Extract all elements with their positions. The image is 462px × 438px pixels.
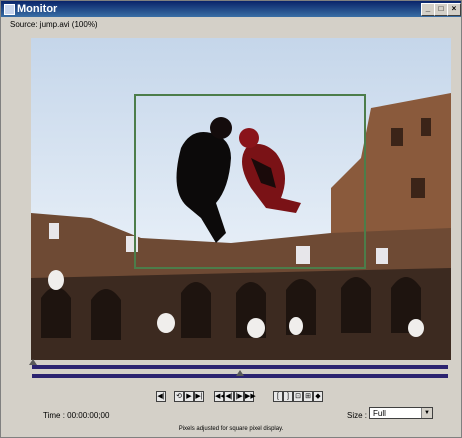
go-to-end-button[interactable]: ▶| [194,391,204,402]
source-label: Source: jump.avi (100%) [10,20,98,29]
size-dropdown[interactable]: Full ▼ [369,407,433,419]
app-icon [4,4,15,15]
mark-out-button[interactable]: ] [283,391,293,402]
video-preview [31,38,451,360]
minimize-button[interactable]: _ [421,3,435,16]
size-label: Size : [347,411,368,420]
previous-frame-button[interactable]: ◀| [224,391,234,402]
safe-area-button[interactable]: ⊞ [303,391,313,402]
step-back-button[interactable]: ◀| [156,391,166,402]
mark-in-button[interactable]: [ [273,391,283,402]
size-value: Full [373,409,386,418]
time-display: Time : 00:00:00;00 [43,411,110,420]
clip-button[interactable]: ⊡ [293,391,303,402]
timeline-track[interactable] [32,365,448,369]
maximize-button[interactable]: □ [434,3,448,16]
chevron-down-icon[interactable]: ▼ [421,408,432,418]
playhead[interactable] [236,370,244,376]
safe-area-guide [134,94,366,269]
monitor-window: Monitor _ □ × Source: jump.avi (100%) ◀|… [0,0,462,438]
window-title: Monitor [17,3,58,15]
fast-forward-button[interactable]: ▶▶ [244,391,256,402]
play-button[interactable]: ▶ [184,391,194,402]
loop-button[interactable]: ⟲ [174,391,184,402]
close-button[interactable]: × [447,3,461,16]
pixel-note: Pixels adjusted for square pixel display… [178,426,284,432]
next-frame-button[interactable]: |▶ [234,391,244,402]
rewind-button[interactable]: ◀◀ [214,391,226,402]
marker-button[interactable]: ◆ [313,391,323,402]
title-bar[interactable]: Monitor _ □ × [1,1,461,17]
